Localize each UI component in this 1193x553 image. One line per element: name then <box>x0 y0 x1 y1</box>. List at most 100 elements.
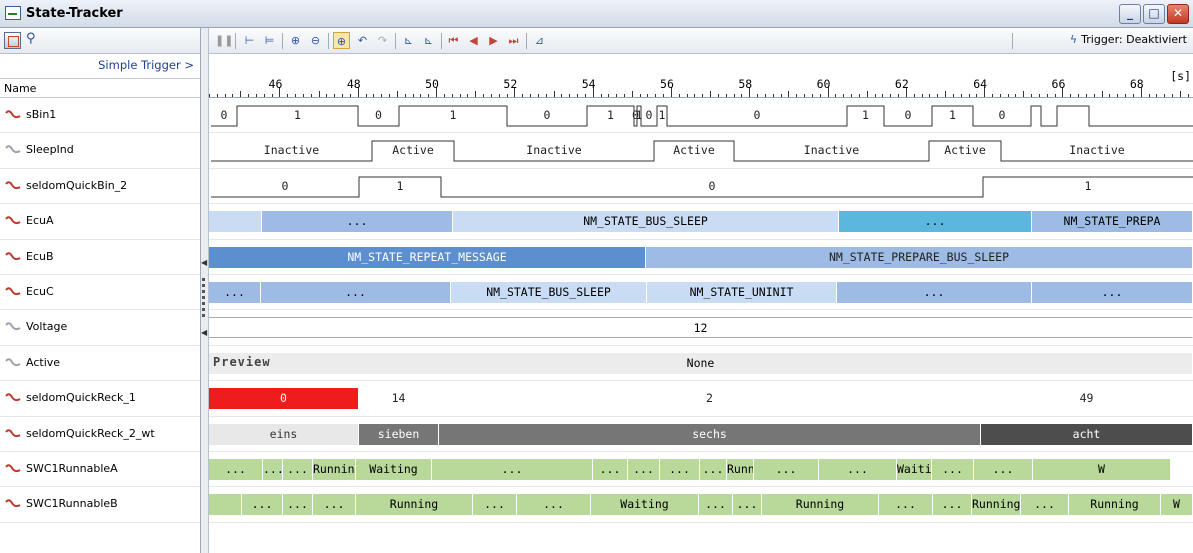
trigger-status[interactable]: ϟ Trigger: Deaktiviert <box>1070 33 1187 46</box>
state-segment[interactable]: ... <box>283 494 313 516</box>
fit-all-icon[interactable]: ⊨ <box>261 32 278 49</box>
state-segment[interactable]: NM_STATE_BUS_SLEEP <box>451 282 647 303</box>
state-segment[interactable]: Running <box>313 459 356 480</box>
maximize-button[interactable]: □ <box>1143 4 1165 24</box>
close-button[interactable]: ✕ <box>1167 4 1189 24</box>
signal-row[interactable]: EcuB <box>0 240 200 275</box>
state-segment[interactable]: eins <box>209 423 359 445</box>
trace-row-SWC1RunnableA[interactable]: .........RunningWaiting...............Ru… <box>209 452 1193 488</box>
state-segment[interactable]: ... <box>819 459 897 480</box>
state-segment[interactable]: ... <box>1032 282 1193 303</box>
state-segment[interactable]: ... <box>593 459 628 480</box>
trace-row-Active[interactable]: None Preview <box>209 346 1193 382</box>
state-segment[interactable]: Waiting <box>897 459 932 480</box>
state-segment[interactable]: ... <box>879 494 933 516</box>
state-segment[interactable]: NM_STATE_UNINIT <box>647 282 837 303</box>
state-segment[interactable]: ... <box>699 494 733 516</box>
splitter-arrow-icon[interactable]: ◀ <box>201 258 207 267</box>
panel-splitter[interactable]: ◀ ◀ <box>201 28 209 553</box>
state-segment[interactable]: ... <box>839 211 1032 233</box>
state-segment[interactable]: ... <box>754 459 819 480</box>
state-segment[interactable]: ... <box>1021 494 1069 516</box>
state-segment[interactable]: ... <box>242 494 283 516</box>
state-segment[interactable]: ... <box>733 494 762 516</box>
signal-row[interactable]: seldomQuickReck_1 <box>0 381 200 417</box>
state-segment[interactable]: ... <box>313 494 356 516</box>
trace-row-seldomQuickBin_2[interactable]: 0101 <box>209 169 1193 205</box>
state-segment[interactable]: ... <box>432 459 593 480</box>
state-segment[interactable]: None <box>209 352 1193 374</box>
state-segment[interactable]: 0 <box>209 388 359 410</box>
chart-icon[interactable]: ⊿ <box>531 32 548 49</box>
signal-row[interactable]: Voltage <box>0 310 200 346</box>
layout-icon[interactable] <box>4 32 21 49</box>
next-icon[interactable]: ▶ <box>485 32 502 49</box>
state-segment[interactable]: ... <box>933 494 972 516</box>
signal-row[interactable]: SWC1RunnableB <box>0 487 200 523</box>
state-segment[interactable]: 14 <box>359 388 439 410</box>
time-ruler[interactable]: [s] 46 48 50 52 54 56 58 60 62 64 66 68 <box>209 54 1193 98</box>
trace-row-Voltage[interactable]: 12 <box>209 310 1193 346</box>
state-segment[interactable]: NM_STATE_REPEAT_MESSAGE <box>209 246 646 268</box>
state-segment[interactable]: Running <box>762 494 879 516</box>
signal-row[interactable]: EcuA <box>0 204 200 240</box>
state-segment[interactable]: 49 <box>981 388 1193 410</box>
state-segment[interactable]: ... <box>660 459 700 480</box>
state-segment[interactable]: ... <box>473 494 517 516</box>
trace-row-EcuB[interactable]: NM_STATE_REPEAT_MESSAGE NM_STATE_PREPARE_… <box>209 240 1193 275</box>
trace-row-sBin1[interactable]: 010101010101010 <box>209 98 1193 134</box>
signal-row[interactable]: SleepInd <box>0 133 200 169</box>
zoom-in-icon[interactable]: ⊕ <box>287 32 304 49</box>
state-segment[interactable]: ... <box>837 282 1032 303</box>
state-segment[interactable]: ... <box>261 282 451 303</box>
state-segment[interactable] <box>209 494 242 516</box>
state-segment[interactable]: Running <box>356 494 473 516</box>
zoom-out-icon[interactable]: ⊖ <box>307 32 324 49</box>
pause-icon[interactable]: ❚❚ <box>215 32 233 49</box>
signal-row[interactable]: EcuC <box>0 275 200 311</box>
trace-row-EcuC[interactable]: ...... NM_STATE_BUS_SLEEP NM_STATE_UNINIT.… <box>209 275 1193 311</box>
state-segment[interactable]: ... <box>517 494 591 516</box>
trace-row-seldomQuickReck_2_wt[interactable]: eins sieben sechs acht <box>209 417 1193 452</box>
state-segment[interactable]: Running <box>727 459 754 480</box>
first-icon[interactable]: ⏮ <box>445 32 462 49</box>
trace-row-seldomQuickReck_1[interactable]: 0 14 2 49 <box>209 381 1193 417</box>
state-segment[interactable]: NM_STATE_PREPARE_BUS_SLEEP <box>646 246 1193 268</box>
state-segment[interactable]: Running <box>1069 494 1161 516</box>
state-segment[interactable]: Waiting <box>591 494 699 516</box>
state-segment[interactable]: Waiting <box>356 459 432 480</box>
last-icon[interactable]: ⏭ <box>505 32 522 49</box>
state-segment[interactable]: ... <box>262 211 453 233</box>
state-segment[interactable]: sieben <box>359 423 439 445</box>
state-segment[interactable]: acht <box>981 423 1193 445</box>
trace-row-SleepInd[interactable]: Inactive Active Inactive Active Inactive Acti… <box>209 133 1193 169</box>
state-segment[interactable]: 2 <box>439 388 981 410</box>
undo-icon[interactable]: ↶ <box>354 32 371 49</box>
signal-row[interactable]: seldomQuickReck_2_wt <box>0 417 200 452</box>
state-segment[interactable]: ... <box>700 459 727 480</box>
state-segment[interactable]: ... <box>628 459 660 480</box>
signal-row[interactable]: Active <box>0 346 200 382</box>
trace-row-EcuA[interactable]: ... NM_STATE_BUS_SLEEP... NM_STATE_PREPA <box>209 204 1193 240</box>
trace-row-SWC1RunnableB[interactable]: ......... Running...... Waiting...... Runni… <box>209 487 1193 523</box>
state-segment[interactable] <box>209 211 262 233</box>
minimize-button[interactable]: _ <box>1119 4 1141 24</box>
state-segment[interactable]: ... <box>974 459 1033 480</box>
splitter-arrow-icon[interactable]: ◀ <box>201 328 207 337</box>
binoculars-icon[interactable]: ⚲ <box>26 31 36 46</box>
fit-icon[interactable]: ⊢ <box>241 32 258 49</box>
signal-row[interactable]: SWC1RunnableA <box>0 452 200 488</box>
state-segment[interactable]: ... <box>209 459 263 480</box>
state-segment[interactable]: ... <box>263 459 283 480</box>
prev-icon[interactable]: ◀ <box>465 32 482 49</box>
state-segment[interactable]: ... <box>283 459 313 480</box>
state-segment[interactable]: Running <box>972 494 1021 516</box>
simple-trigger-link[interactable]: Simple Trigger > <box>0 54 200 78</box>
state-segment[interactable]: 12 <box>209 317 1193 339</box>
state-segment[interactable]: W <box>1033 459 1171 480</box>
redo-icon[interactable]: ↷ <box>374 32 391 49</box>
state-segment[interactable]: sechs <box>439 423 981 445</box>
state-segment[interactable]: NM_STATE_BUS_SLEEP <box>453 211 839 233</box>
state-segment[interactable]: NM_STATE_PREPA <box>1032 211 1193 233</box>
name-column-header[interactable]: Name <box>0 78 200 98</box>
